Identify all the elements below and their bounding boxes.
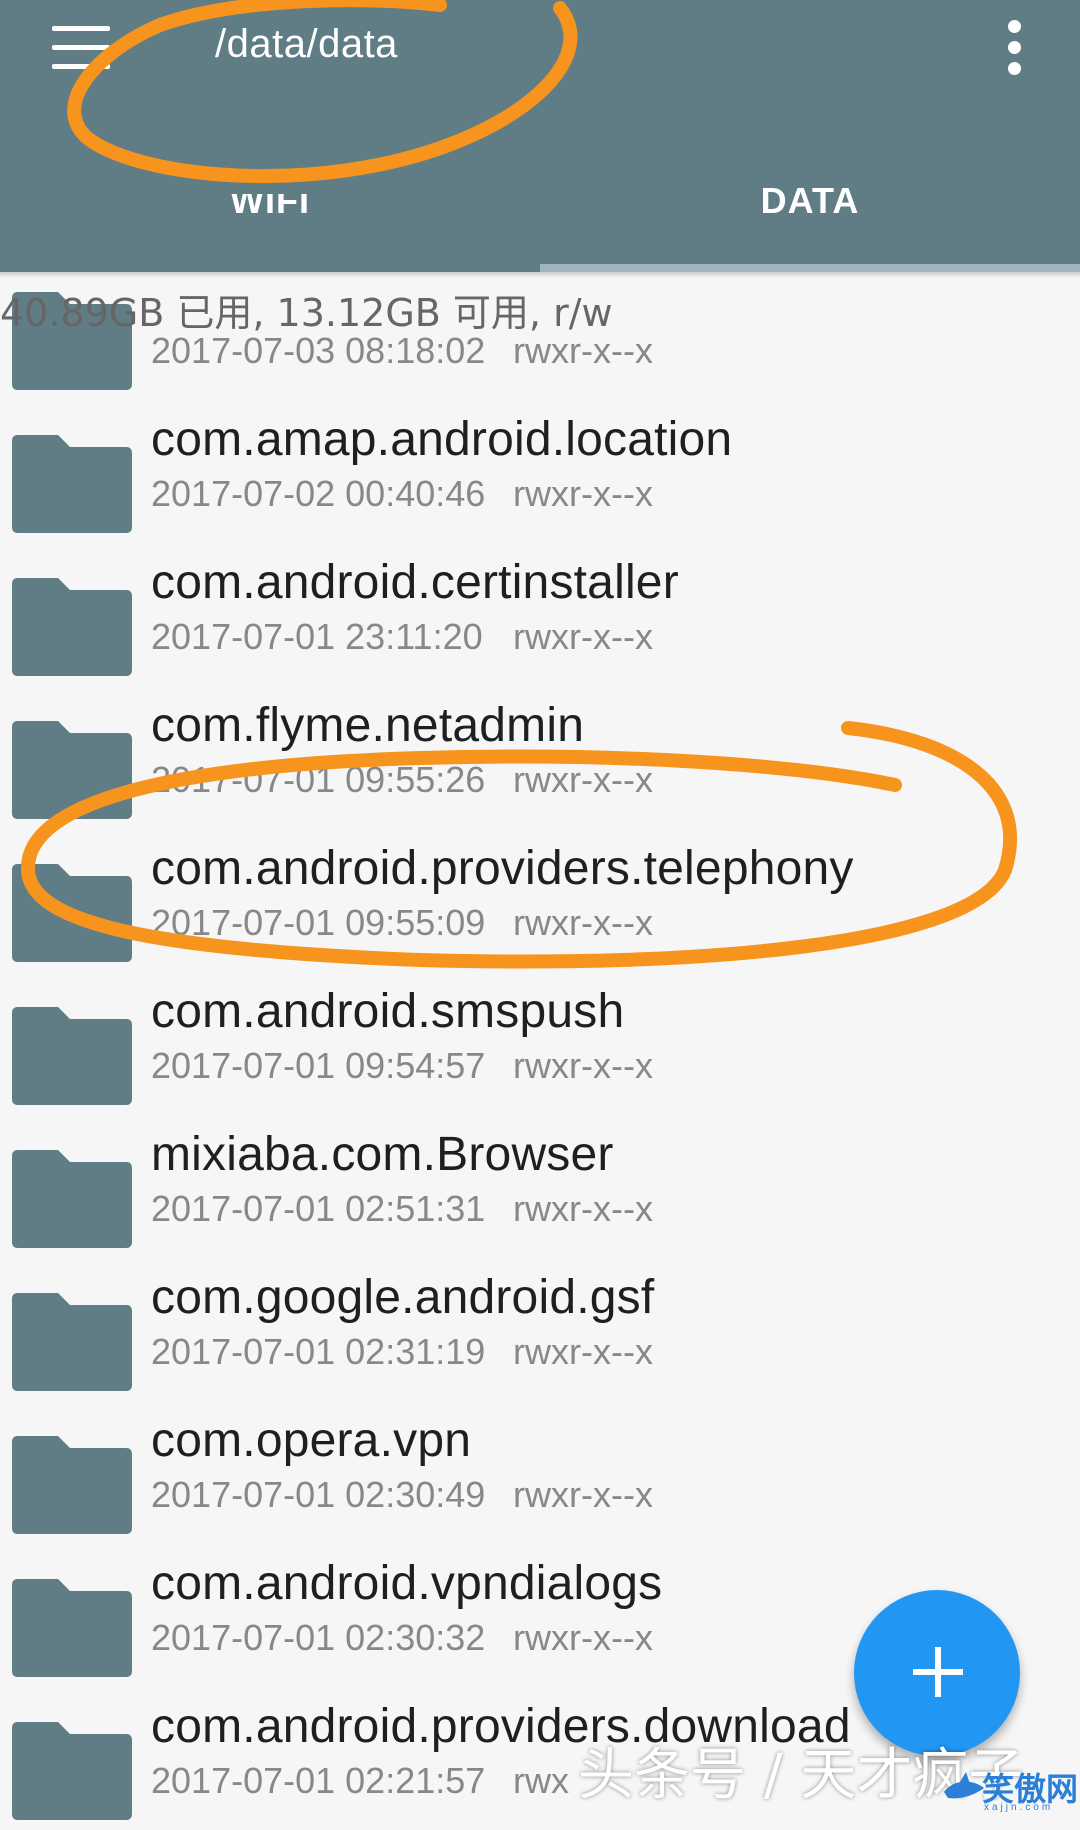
list-item[interactable]: com.flyme.netadmin 2017-07-01 09:55:26 r… <box>0 686 1080 829</box>
list-item[interactable]: com.opera.vpn 2017-07-01 02:30:49 rwxr-x… <box>0 1401 1080 1544</box>
file-date: 2017-07-01 02:30:32 <box>151 1617 486 1658</box>
file-date: 2017-07-01 09:55:09 <box>151 902 486 943</box>
folder-icon <box>12 1579 132 1677</box>
file-permissions: rwxr-x--x <box>513 1617 653 1658</box>
file-permissions: rwxr-x--x <box>513 759 653 800</box>
file-permissions: rwxr-x--x <box>513 1045 653 1086</box>
file-list: 2017-07-03 08:18:02 rwxr-x--x com.amap.a… <box>0 0 1080 1820</box>
folder-icon <box>12 1007 132 1105</box>
file-name: com.opera.vpn <box>151 1414 472 1467</box>
folder-icon <box>12 1150 132 1248</box>
site-logo-domain: xajjn.com <box>984 1802 1054 1813</box>
file-permissions: rwxr-x--x <box>513 902 653 943</box>
file-permissions: rwxr-x--x <box>513 1474 653 1515</box>
folder-icon <box>12 435 132 533</box>
list-item[interactable]: com.android.certinstaller 2017-07-01 23:… <box>0 543 1080 686</box>
file-name: com.android.certinstaller <box>151 556 679 609</box>
folder-icon <box>12 864 132 962</box>
list-item[interactable]: com.android.providers.telephony 2017-07-… <box>0 829 1080 972</box>
list-item[interactable]: com.android.smspush 2017-07-01 09:54:57 … <box>0 972 1080 1115</box>
folder-icon <box>12 1293 132 1391</box>
file-date: 2017-07-01 09:54:57 <box>151 1045 486 1086</box>
file-name: com.android.smspush <box>151 985 625 1038</box>
list-item[interactable]: com.amap.android.location 2017-07-02 00:… <box>0 400 1080 543</box>
storage-info: 40.89GB 已用, 13.12GB 可用, r/w <box>0 291 613 335</box>
folder-icon <box>12 721 132 819</box>
site-logo: 笑傲网 xajjn.com <box>942 1762 1080 1817</box>
file-name: com.android.providers.telephony <box>151 842 854 895</box>
file-name: com.flyme.netadmin <box>151 699 585 752</box>
file-name: com.android.vpndialogs <box>151 1557 663 1610</box>
file-date: 2017-07-01 23:11:20 <box>151 616 483 657</box>
file-date: 2017-07-01 02:30:49 <box>151 1474 486 1515</box>
file-date: 2017-07-01 02:51:31 <box>151 1188 486 1229</box>
file-name: com.google.android.gsf <box>151 1271 655 1324</box>
file-permissions: rwxr-x--x <box>513 616 653 657</box>
list-item[interactable]: mixiaba.com.Browser 2017-07-01 02:51:31 … <box>0 1115 1080 1258</box>
file-date: 2017-07-02 00:40:46 <box>151 473 486 514</box>
file-permissions: rwxr-x--x <box>513 1188 653 1229</box>
file-date: 2017-07-01 09:55:26 <box>151 759 486 800</box>
file-date: 2017-07-01 02:31:19 <box>151 1331 486 1372</box>
file-permissions: rwxr-x--x <box>513 1331 653 1372</box>
file-permissions: rwxr-x--x <box>513 473 653 514</box>
folder-icon <box>12 578 132 676</box>
file-date: 2017-07-01 02:21:57 <box>151 1760 486 1801</box>
file-name: com.amap.android.location <box>151 413 733 466</box>
folder-icon <box>12 1436 132 1534</box>
folder-icon <box>12 1722 132 1820</box>
file-permissions: rwx <box>513 1760 569 1801</box>
file-name: mixiaba.com.Browser <box>151 1128 614 1181</box>
shark-logo-icon <box>944 1772 984 1799</box>
list-item[interactable]: com.google.android.gsf 2017-07-01 02:31:… <box>0 1258 1080 1401</box>
